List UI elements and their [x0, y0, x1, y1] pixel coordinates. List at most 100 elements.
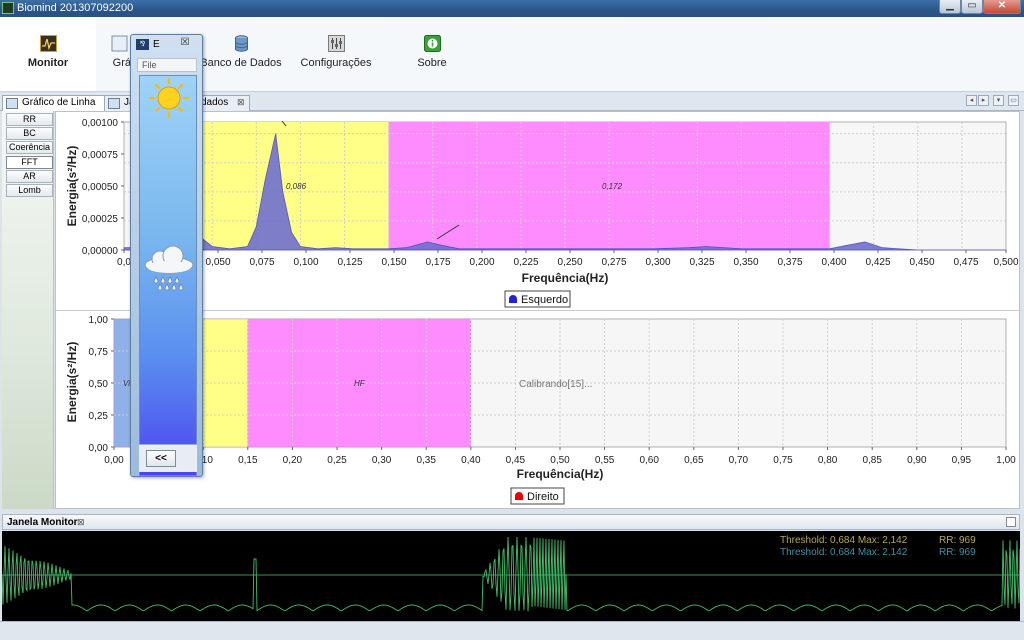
floating-window-footer: <<: [139, 444, 197, 472]
floating-window-close-button[interactable]: ☒: [173, 37, 197, 50]
toolbar-monitor[interactable]: Monitor: [0, 17, 96, 91]
bottom-y-axis-label: Energia(s²/Hz): [65, 342, 79, 423]
x-tick-label: 0,350: [733, 257, 758, 268]
minimize-button[interactable]: ▁: [939, 0, 961, 14]
x-tick-label: 0,85: [862, 455, 882, 466]
tab-label: Gráfico de Linha: [22, 97, 96, 108]
tab-list-button[interactable]: ▾: [993, 95, 1004, 106]
tab-scroll-left-button[interactable]: ◂: [966, 95, 977, 106]
toolbar-sobre[interactable]: Sobre: [408, 17, 456, 91]
window-title: Biomind 201307092200: [17, 2, 134, 14]
sun-icon: [148, 77, 190, 119]
toolbar-label: Banco de Dados: [200, 57, 282, 69]
x-tick-label: 0,125: [337, 257, 362, 268]
monitor-panel-title: Janela Monitor: [7, 517, 78, 528]
y-tick-label: 0,75: [89, 347, 109, 358]
ecg-signal: Threshold: 0,684 Max: 2,142 Threshold: 0…: [2, 535, 1020, 612]
x-tick-label: 0,15: [238, 455, 258, 466]
toolbar-label: Sobre: [417, 57, 447, 69]
x-tick-label: 0,75: [773, 455, 793, 466]
tab-close-icon[interactable]: ⊠: [237, 97, 245, 108]
legend-label-esquerdo: Esquerdo: [521, 294, 568, 306]
x-tick-label: 0,100: [293, 257, 318, 268]
x-tick-label: 0,80: [818, 455, 838, 466]
chart-icon: [6, 98, 18, 109]
weather-graphics: [144, 77, 194, 291]
x-tick-label: 0,400: [821, 257, 846, 268]
threshold-readout-2: Threshold: 0,684 Max: 2,142: [780, 547, 908, 558]
x-tick-label: 0,475: [953, 257, 978, 268]
legend-swatch-esquerdo: [509, 295, 517, 303]
x-tick-label: 1,00: [996, 455, 1016, 466]
rr-readout-1: RR: 969: [939, 535, 976, 546]
sidebar-button-bc[interactable]: BC: [6, 127, 53, 140]
window-titlebar: Biomind 201307092200 ▁ ▭ ✕: [0, 0, 1024, 17]
x-tick-label: 0,50: [550, 455, 570, 466]
toolbar-banco-de-dados[interactable]: Banco de Dados: [200, 17, 282, 91]
y-tick-label: 0,50: [89, 379, 109, 390]
sidebar-button-lomb[interactable]: Lomb: [6, 184, 53, 197]
x-tick-label: 0,40: [461, 455, 481, 466]
sidebar-button-rr[interactable]: RR: [6, 113, 53, 126]
x-tick-label: 0,075: [249, 257, 274, 268]
bottom-fft-chart: Vi HF Calibrando[15]... 0,000,250,500,75…: [65, 315, 1016, 505]
tab-label: dados: [201, 97, 229, 108]
monitor-icon: [39, 35, 57, 52]
floating-window-title: E: [153, 39, 160, 50]
x-tick-label: 0,35: [416, 455, 436, 466]
info-icon: [423, 35, 441, 52]
x-tick-label: 0,45: [506, 455, 526, 466]
x-tick-label: 0,300: [645, 257, 670, 268]
settings-icon: [327, 35, 345, 52]
floating-weather-window[interactable]: ⅋ E ☒ File <<: [130, 34, 203, 477]
rr-readout-2: RR: 969: [939, 547, 976, 558]
peak-label-1: 0,086: [286, 182, 307, 191]
maximize-button[interactable]: ▭: [961, 0, 983, 14]
app-icon: [2, 2, 14, 14]
close-button[interactable]: ✕: [983, 0, 1021, 14]
tab-grafico-de-linha[interactable]: Gráfico de Linha ⊠: [2, 95, 117, 111]
top-x-axis-label: Frequência(Hz): [522, 271, 609, 285]
toolbar-configuracoes[interactable]: Configurações: [298, 17, 374, 91]
x-tick-label: 0,150: [381, 257, 406, 268]
threshold-readout-1: Threshold: 0,684 Max: 2,142: [780, 535, 908, 546]
tab-scroll-right-button[interactable]: ▸: [978, 95, 989, 106]
y-tick-label: 0,00: [89, 443, 109, 454]
x-tick-label: 0,00: [104, 455, 124, 466]
x-tick-label: 0,500: [993, 257, 1018, 268]
monitor-close-icon[interactable]: ⊠: [77, 517, 85, 528]
bottom-x-axis-label: Frequência(Hz): [517, 467, 604, 481]
x-tick-label: 0,60: [639, 455, 659, 466]
monitor-minimize-button[interactable]: [1006, 517, 1016, 527]
monitor-signal-plot: Threshold: 0,684 Max: 2,142 Threshold: 0…: [2, 531, 1020, 621]
y-tick-label: 1,00: [89, 315, 109, 326]
legend-swatch-direito: [515, 492, 523, 500]
rain-cloud-icon: [144, 245, 194, 291]
weather-indicator-panel: [139, 75, 197, 476]
x-tick-label: 0,30: [372, 455, 392, 466]
menu-file[interactable]: File: [137, 58, 197, 72]
x-tick-label: 0,175: [425, 257, 450, 268]
toolbar-label: Configurações: [300, 57, 372, 69]
sidebar-button-coerencia[interactable]: Coerência: [6, 141, 53, 154]
y-tick-label: 0,00075: [82, 150, 119, 161]
x-tick-label: 0,25: [327, 455, 347, 466]
y-tick-label: 0,25: [89, 411, 109, 422]
sidebar-button-ar[interactable]: AR: [6, 170, 53, 183]
x-tick-label: 0,225: [513, 257, 538, 268]
restore-panel-button[interactable]: ▭: [1008, 95, 1019, 106]
y-tick-label: 0,00100: [82, 118, 119, 129]
y-tick-label: 0,00000: [82, 246, 119, 257]
x-tick-label: 0,200: [469, 257, 494, 268]
collapse-button[interactable]: <<: [146, 450, 176, 467]
x-tick-label: 0,325: [689, 257, 714, 268]
bottom-legend: Direito: [510, 487, 565, 505]
legend-label-direito: Direito: [527, 491, 559, 503]
x-tick-label: 0,250: [557, 257, 582, 268]
calibrating-label: Calibrando[15]...: [519, 379, 592, 390]
x-tick-label: 0,90: [907, 455, 927, 466]
sidebar-button-fft[interactable]: FFT: [6, 156, 53, 169]
chart-icon: [111, 35, 127, 52]
y-tick-label: 0,00025: [82, 214, 119, 225]
x-tick-label: 0,050: [205, 257, 230, 268]
